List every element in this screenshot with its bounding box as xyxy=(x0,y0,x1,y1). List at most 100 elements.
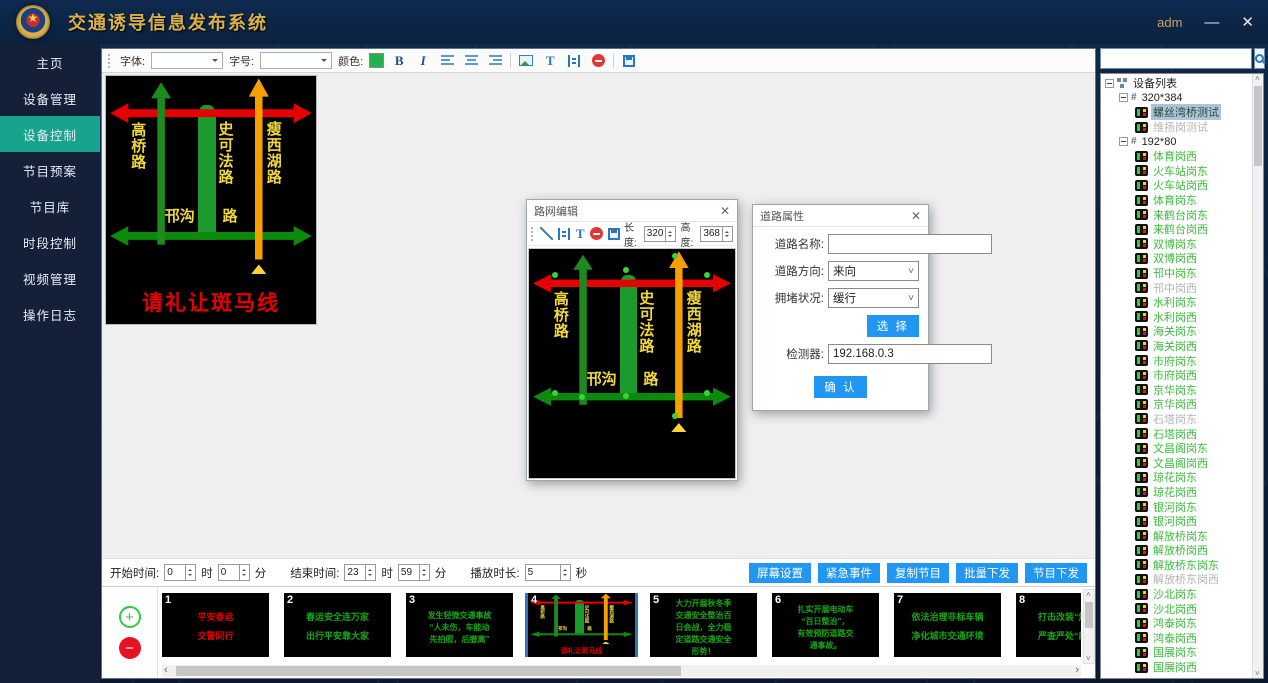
properties-close-icon[interactable]: ✕ xyxy=(911,209,921,223)
road-network-icon[interactable] xyxy=(565,52,583,70)
tree-device[interactable]: 体育岗西 xyxy=(1103,149,1251,164)
length-spinner[interactable]: 320 xyxy=(644,226,677,242)
road-label-middle[interactable]: 史可法路 xyxy=(637,290,653,354)
control-point-7[interactable] xyxy=(623,393,629,399)
editor-save-icon[interactable] xyxy=(607,225,620,243)
tree-device[interactable]: 水利岗东 xyxy=(1103,295,1251,310)
tree-device[interactable]: 水利岗西 xyxy=(1103,310,1251,325)
tree-device[interactable]: 来鹤台岗东 xyxy=(1103,207,1251,222)
tree-device[interactable]: 鸿泰岗西 xyxy=(1103,631,1251,646)
action-button-4[interactable]: 批量下发 xyxy=(956,563,1018,583)
duration-spinner[interactable]: 5 xyxy=(525,564,571,581)
playlist-item-4[interactable]: 高桥路史可法路瘦西湖路邗沟路请礼让斑马线4 xyxy=(528,593,635,657)
action-button-2[interactable]: 紧急事件 xyxy=(818,563,880,583)
tree-device[interactable]: 维扬岗测试 xyxy=(1103,120,1251,135)
select-button[interactable]: 选 择 xyxy=(867,315,919,337)
expander-icon[interactable] xyxy=(1105,79,1114,88)
tree-device[interactable]: 解放桥岗西 xyxy=(1103,543,1251,558)
delete-icon[interactable] xyxy=(589,52,607,70)
tree-device[interactable]: 银河岗西 xyxy=(1103,514,1251,529)
control-point-2[interactable] xyxy=(623,267,629,273)
action-button-5[interactable]: 节目下发 xyxy=(1025,563,1087,583)
playlist-item-2[interactable]: 春运安全连万家出行平安靠大家2 xyxy=(284,593,391,657)
tree-device[interactable]: 京华岗西 xyxy=(1103,397,1251,412)
action-button-1[interactable]: 屏幕设置 xyxy=(749,563,811,583)
tree-device[interactable]: 文昌阁岗西 xyxy=(1103,455,1251,470)
action-button-3[interactable]: 复制节目 xyxy=(887,563,949,583)
expander-icon[interactable] xyxy=(1119,93,1128,102)
start-minute-spinner[interactable]: 0 xyxy=(218,564,250,581)
playlist-item-3[interactable]: 发生轻微交通事故“人未伤，车能动先拍照，后撤离”3 xyxy=(406,593,513,657)
playlist-item-1[interactable]: 平安春运交警同行1 xyxy=(162,593,269,657)
sidebar-item-8[interactable]: 操作日志 xyxy=(0,296,100,332)
start-hour-spinner[interactable]: 0 xyxy=(164,564,196,581)
detector-input[interactable] xyxy=(828,344,992,364)
control-point-5[interactable] xyxy=(552,390,558,396)
playlist-horizontal-scrollbar[interactable] xyxy=(162,665,1081,677)
tree-device[interactable]: 市府岗西 xyxy=(1103,368,1251,383)
bold-icon[interactable]: B xyxy=(390,52,408,70)
tree-device[interactable]: 石塔岗东 xyxy=(1103,412,1251,427)
tree-group-1[interactable]: 320*384 xyxy=(1103,91,1251,106)
tree-device[interactable]: 来鹤台岗西 xyxy=(1103,222,1251,237)
tree-group-2[interactable]: 192*80 xyxy=(1103,134,1251,149)
sidebar-item-3[interactable]: 设备控制 xyxy=(0,116,100,152)
confirm-button[interactable]: 确 认 xyxy=(814,376,866,398)
tree-device[interactable]: 国展岗东 xyxy=(1103,645,1251,660)
add-program-button[interactable]: + xyxy=(119,606,141,628)
tree-device[interactable]: 双博岗西 xyxy=(1103,251,1251,266)
road-label-bottom-right[interactable]: 路 xyxy=(643,372,658,388)
tree-device[interactable]: 邗中岗东 xyxy=(1103,266,1251,281)
playlist-item-8[interactable]: 打击改装“炸街”严查严处“飙车”8 xyxy=(1016,593,1081,657)
control-point-9[interactable] xyxy=(672,413,678,419)
control-point-8[interactable] xyxy=(704,390,710,396)
italic-icon[interactable]: I xyxy=(414,52,432,70)
end-hour-spinner[interactable]: 23 xyxy=(344,564,376,581)
control-point-1[interactable] xyxy=(552,272,558,278)
playlist-item-6[interactable]: 扎实开展电动车“百日整治”，有效预防道路交通事故。6 xyxy=(772,593,879,657)
sidebar-item-7[interactable]: 视频管理 xyxy=(0,260,100,296)
tree-device[interactable]: 鸿泰岗东 xyxy=(1103,616,1251,631)
tree-device[interactable]: 石塔岗西 xyxy=(1103,426,1251,441)
align-left-icon[interactable] xyxy=(438,52,456,70)
tree-root[interactable]: 设备列表 xyxy=(1103,76,1251,91)
playlist-vertical-scrollbar[interactable] xyxy=(1083,589,1095,664)
road-label-left[interactable]: 高桥路 xyxy=(552,291,568,339)
font-size-select[interactable] xyxy=(260,52,332,69)
insert-image-icon[interactable] xyxy=(517,52,535,70)
line-tool-icon[interactable] xyxy=(540,225,553,243)
control-point-6[interactable] xyxy=(579,394,585,400)
road-name-input[interactable] xyxy=(828,234,992,254)
tree-device[interactable]: 邗中岗西 xyxy=(1103,280,1251,295)
sidebar-item-5[interactable]: 节目库 xyxy=(0,188,100,224)
tree-device[interactable]: 螺丝湾桥测试 xyxy=(1103,105,1251,120)
tree-device[interactable]: 解放桥东岗东 xyxy=(1103,558,1251,573)
tree-device[interactable]: 琼花岗西 xyxy=(1103,485,1251,500)
tree-device[interactable]: 市府岗东 xyxy=(1103,353,1251,368)
road-tool-icon[interactable] xyxy=(557,225,570,243)
tree-device[interactable]: 海关岗东 xyxy=(1103,324,1251,339)
tree-device[interactable]: 海关岗西 xyxy=(1103,339,1251,354)
height-spinner[interactable]: 368 xyxy=(700,226,733,242)
save-icon[interactable] xyxy=(620,52,638,70)
align-right-icon[interactable] xyxy=(486,52,504,70)
tree-device[interactable]: 银河岗东 xyxy=(1103,499,1251,514)
road-label-right[interactable]: 瘦西湖路 xyxy=(685,290,701,354)
sidebar-item-6[interactable]: 时段控制 xyxy=(0,224,100,260)
tree-device[interactable]: 解放桥岗东 xyxy=(1103,528,1251,543)
expander-icon[interactable] xyxy=(1119,137,1128,146)
align-center-icon[interactable] xyxy=(462,52,480,70)
color-swatch[interactable] xyxy=(369,53,384,68)
remove-program-button[interactable]: − xyxy=(119,637,141,659)
tree-device[interactable]: 国展岗西 xyxy=(1103,660,1251,675)
font-select[interactable] xyxy=(151,52,223,69)
yellow-triangle[interactable] xyxy=(671,423,686,432)
tree-device[interactable]: 沙北岗东 xyxy=(1103,587,1251,602)
control-point-4[interactable] xyxy=(672,253,678,259)
tree-device[interactable]: 火车站岗东 xyxy=(1103,164,1251,179)
tree-device[interactable]: 文昌阁岗东 xyxy=(1103,441,1251,456)
congestion-select[interactable]: 缓行 xyxy=(828,288,919,308)
playlist-item-7[interactable]: 依法治理非标车辆净化城市交通环境7 xyxy=(894,593,1001,657)
editor-close-icon[interactable]: ✕ xyxy=(720,204,730,218)
sidebar-item-2[interactable]: 设备管理 xyxy=(0,80,100,116)
